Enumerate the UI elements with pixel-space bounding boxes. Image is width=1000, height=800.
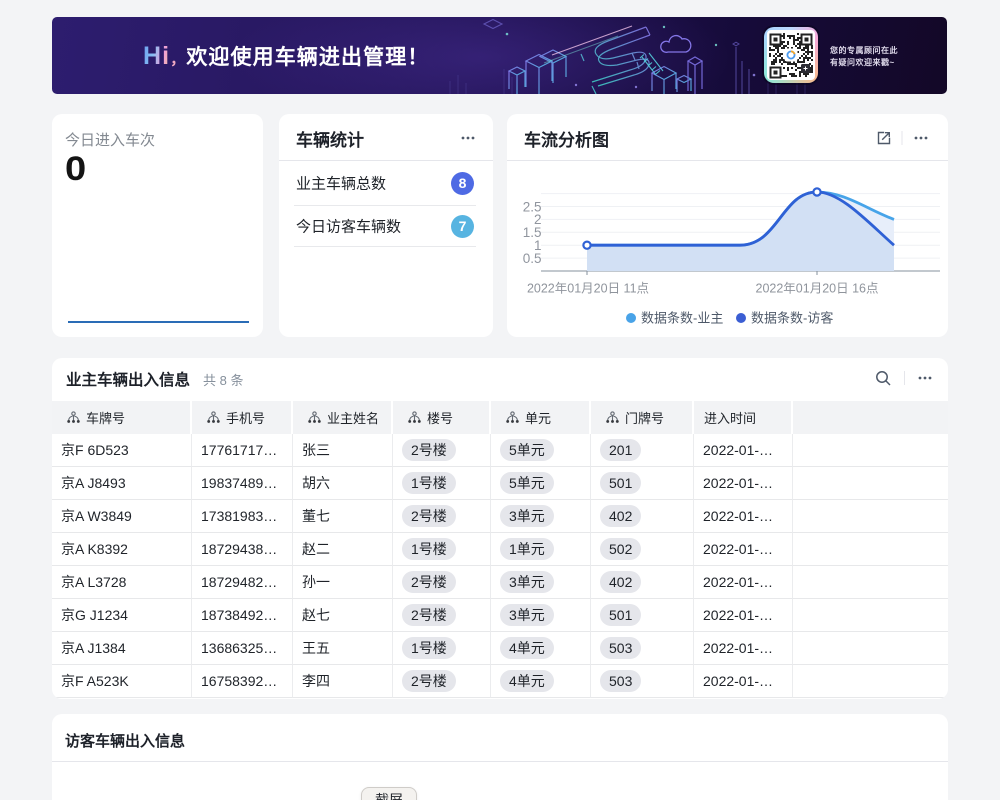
- svg-text:1: 1: [534, 238, 542, 253]
- svg-text:1.5: 1.5: [523, 225, 542, 240]
- svg-text:2022年01月20日 11点: 2022年01月20日 11点: [527, 282, 649, 296]
- svg-text:2: 2: [534, 212, 542, 227]
- svg-text:2022年01月20日 16点: 2022年01月20日 16点: [756, 282, 879, 296]
- svg-text:数据条数-业主: 数据条数-业主: [641, 311, 723, 326]
- svg-text:数据条数-访客: 数据条数-访客: [751, 311, 833, 326]
- svg-text:0.5: 0.5: [523, 251, 542, 266]
- svg-text:2.5: 2.5: [523, 199, 542, 214]
